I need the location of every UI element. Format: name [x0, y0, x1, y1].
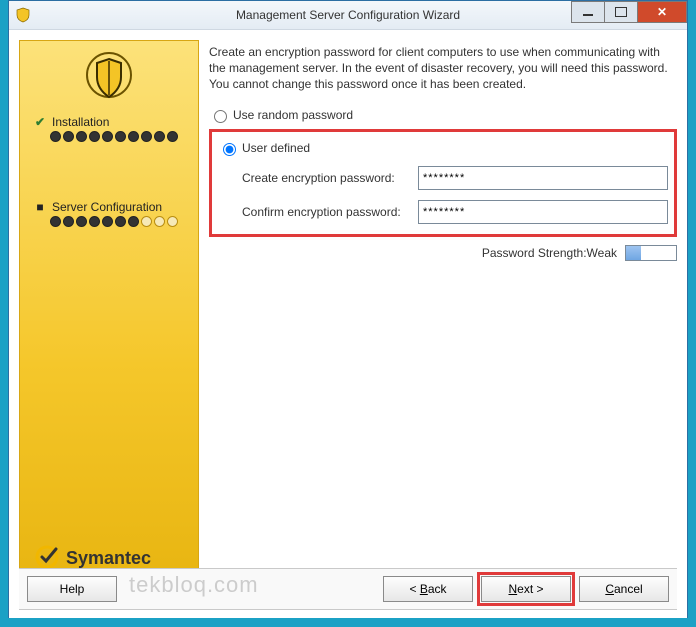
step-installation: ✔ Installation: [34, 115, 184, 129]
help-button[interactable]: Help: [27, 576, 117, 602]
step-server-config: ■ Server Configuration: [34, 200, 184, 214]
radio-random-input[interactable]: [214, 110, 227, 123]
app-icon: [15, 7, 31, 23]
intro-text: Create an encryption password for client…: [209, 44, 677, 93]
button-bar: Help < Back Next > Cancel: [19, 568, 677, 610]
check-icon: ✔: [34, 115, 46, 129]
wizard-window: Management Server Configuration Wizard ✔…: [8, 0, 688, 618]
back-button[interactable]: < Back: [383, 576, 473, 602]
brand-name: Symantec: [66, 548, 151, 569]
radio-user-label: User defined: [242, 141, 310, 155]
window-controls: [572, 1, 687, 23]
window-body: ✔ Installation ■ Server Configuration: [9, 30, 687, 618]
password-strength-row: Password Strength:Weak: [209, 245, 677, 261]
confirm-password-row: Confirm encryption password:: [242, 200, 668, 224]
step-server-config-progress: [50, 216, 184, 227]
create-password-row: Create encryption password:: [242, 166, 668, 190]
next-button[interactable]: Next >: [481, 576, 571, 602]
next-label: Next >: [508, 582, 543, 596]
radio-user-input[interactable]: [223, 143, 236, 156]
create-password-label: Create encryption password:: [242, 171, 418, 185]
content-pane: Create an encryption password for client…: [209, 44, 677, 566]
user-defined-highlight: User defined Create encryption password:…: [209, 129, 677, 237]
cancel-button[interactable]: Cancel: [579, 576, 669, 602]
radio-random-label: Use random password: [233, 108, 353, 122]
confirm-password-label: Confirm encryption password:: [242, 205, 418, 219]
minimize-button[interactable]: [571, 1, 605, 23]
strength-meter-fill: [626, 246, 641, 260]
radio-user-defined[interactable]: User defined: [218, 140, 668, 156]
back-label: < Back: [409, 582, 446, 596]
radio-random-password[interactable]: Use random password: [209, 107, 677, 123]
help-label: Help: [60, 582, 85, 596]
cancel-label: Cancel: [605, 582, 642, 596]
shield-badge-icon: [85, 51, 133, 107]
titlebar: Management Server Configuration Wizard: [9, 1, 687, 30]
strength-meter: [625, 245, 677, 261]
bullet-icon: ■: [34, 200, 46, 214]
step-label: Server Configuration: [52, 200, 162, 214]
strength-label: Password Strength:Weak: [482, 246, 617, 260]
sidebar: ✔ Installation ■ Server Configuration: [19, 40, 199, 580]
maximize-button[interactable]: [604, 1, 638, 23]
confirm-password-input[interactable]: [418, 200, 668, 224]
create-password-input[interactable]: [418, 166, 668, 190]
step-installation-progress: [50, 131, 184, 142]
close-button[interactable]: [637, 1, 687, 23]
step-label: Installation: [52, 115, 109, 129]
